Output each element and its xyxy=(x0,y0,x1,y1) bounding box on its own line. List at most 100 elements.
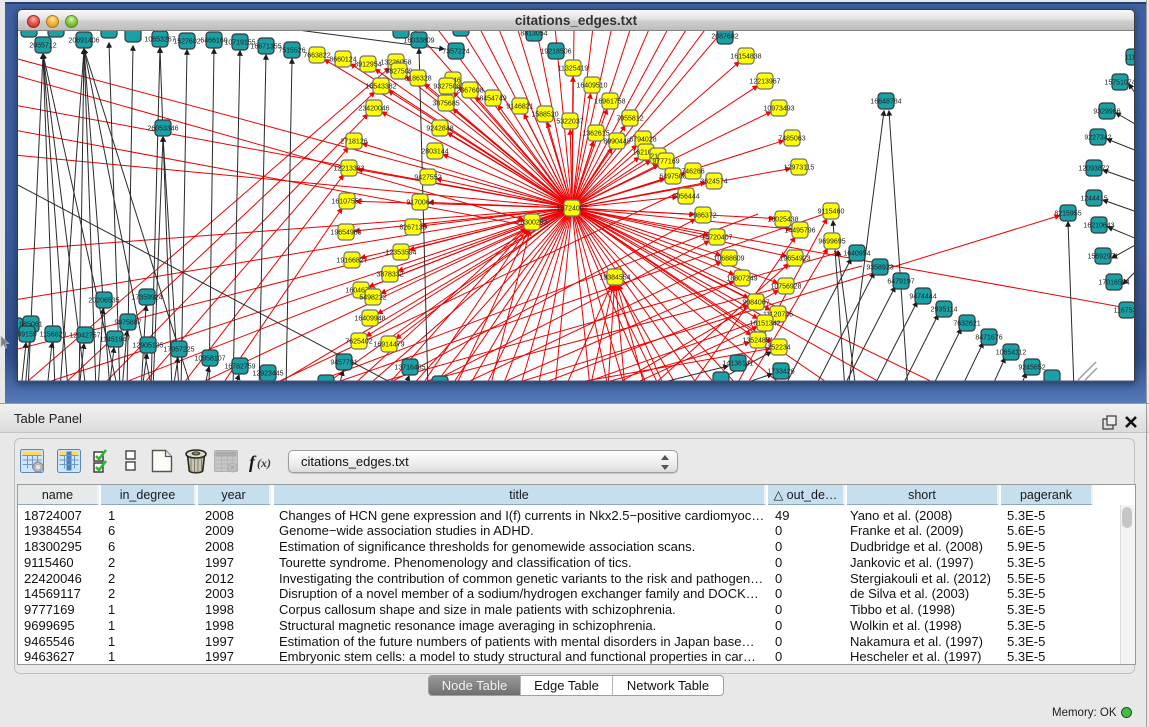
svg-text:10653267: 10653267 xyxy=(144,37,175,44)
svg-text:16210643: 16210643 xyxy=(1083,223,1114,230)
svg-text:16782759: 16782759 xyxy=(224,364,255,371)
svg-text:1588520: 1588520 xyxy=(531,112,558,119)
svg-text:7485063: 7485063 xyxy=(778,136,805,143)
svg-text:6479197: 6479197 xyxy=(887,279,914,286)
svg-text:1156829: 1156829 xyxy=(40,332,67,339)
svg-text:3878332: 3878332 xyxy=(376,272,403,279)
svg-text:10958107: 10958107 xyxy=(194,356,225,363)
svg-text:9427552: 9427552 xyxy=(414,175,441,182)
svg-text:7663822: 7663822 xyxy=(303,53,330,60)
svg-text:16033809: 16033809 xyxy=(403,38,434,45)
svg-text:8215955: 8215955 xyxy=(1054,211,1081,218)
svg-text:f: f xyxy=(249,452,257,472)
svg-text:2367608: 2367608 xyxy=(456,88,483,95)
svg-text:11451947: 11451947 xyxy=(100,337,131,344)
svg-text:2935114: 2935114 xyxy=(931,307,958,314)
svg-text:1527602: 1527602 xyxy=(173,39,200,46)
svg-text:16671355: 16671355 xyxy=(250,44,281,51)
svg-text:6794028: 6794028 xyxy=(629,137,656,144)
svg-text:9827509: 9827509 xyxy=(385,69,412,76)
svg-text:9245652: 9245652 xyxy=(1018,365,1045,372)
svg-text:16409510: 16409510 xyxy=(576,83,607,90)
svg-text:10654112: 10654112 xyxy=(996,350,1027,357)
svg-text:12923445: 12923445 xyxy=(252,371,283,378)
svg-text:16914479: 16914479 xyxy=(373,342,404,349)
svg-text:1362615: 1362615 xyxy=(582,131,609,138)
svg-text:12942757: 12942757 xyxy=(69,333,100,340)
svg-text:1640954: 1640954 xyxy=(843,251,870,258)
svg-text:9358923: 9358923 xyxy=(866,265,893,272)
svg-text:1244415: 1244415 xyxy=(1080,196,1107,203)
svg-text:12973115: 12973115 xyxy=(784,165,815,172)
svg-text:2056444: 2056444 xyxy=(672,194,699,201)
svg-text:8471676: 8471676 xyxy=(975,335,1002,342)
svg-text:20691406: 20691406 xyxy=(68,38,99,45)
svg-text:9699695: 9699695 xyxy=(818,239,845,246)
svg-text:16107552: 16107552 xyxy=(331,199,362,206)
svg-text:15692971: 15692971 xyxy=(1087,254,1118,261)
svg-text:2803144: 2803144 xyxy=(421,149,448,156)
svg-text:17957225: 17957225 xyxy=(163,347,194,354)
svg-text:2055712: 2055712 xyxy=(29,43,56,50)
svg-text:12353594: 12353594 xyxy=(385,250,416,257)
svg-text:12213383: 12213383 xyxy=(333,166,364,173)
svg-text:9777169: 9777169 xyxy=(652,159,679,166)
svg-text:7515526: 7515526 xyxy=(278,48,305,55)
svg-text:16409948: 16409948 xyxy=(354,316,385,323)
svg-text:252234: 252234 xyxy=(767,345,790,352)
svg-text:8186328: 8186328 xyxy=(404,76,431,83)
svg-text:9115460: 9115460 xyxy=(818,209,845,216)
svg-text:23420046: 23420046 xyxy=(358,106,389,113)
svg-text:16961758: 16961758 xyxy=(594,99,625,106)
svg-text:18724007: 18724007 xyxy=(556,206,587,213)
svg-text:12905135: 12905135 xyxy=(132,343,163,350)
svg-text:746266: 746266 xyxy=(681,169,704,176)
svg-text:13716485: 13716485 xyxy=(394,365,425,372)
svg-text:19384554: 19384554 xyxy=(599,275,630,282)
svg-text:16154838: 16154838 xyxy=(730,54,761,61)
svg-text:7625402: 7625402 xyxy=(345,339,372,346)
svg-text:3624574: 3624574 xyxy=(700,179,727,186)
svg-text:12213967: 12213967 xyxy=(749,79,780,86)
svg-text:(x): (x) xyxy=(257,456,271,470)
svg-text:1167533: 1167533 xyxy=(1114,308,1134,315)
svg-text:9975887: 9975887 xyxy=(114,320,141,327)
svg-text:9457791: 9457791 xyxy=(330,360,357,367)
svg-text:10756928: 10756928 xyxy=(770,284,801,291)
svg-text:39159: 39159 xyxy=(18,332,37,339)
svg-text:8267130: 8267130 xyxy=(399,225,426,232)
svg-text:5498222: 5498222 xyxy=(359,295,386,302)
svg-text:9170064: 9170064 xyxy=(406,200,433,207)
svg-text:16151342: 16151342 xyxy=(749,321,780,328)
svg-text:2087682: 2087682 xyxy=(711,34,738,41)
svg-text:17016504: 17016504 xyxy=(1098,280,1129,287)
svg-text:17359924: 17359924 xyxy=(131,295,162,302)
svg-text:13524851: 13524851 xyxy=(742,338,773,345)
svg-text:7632621: 7632621 xyxy=(953,321,980,328)
svg-text:9242848: 9242848 xyxy=(426,126,453,133)
svg-text:11124: 11124 xyxy=(1125,55,1134,62)
svg-text:9084067: 9084067 xyxy=(742,300,769,307)
svg-text:10973493: 10973493 xyxy=(763,106,794,113)
svg-text:12093872: 12093872 xyxy=(1078,166,1109,173)
svg-text:8660124: 8660124 xyxy=(329,57,356,64)
svg-text:8912954: 8912954 xyxy=(354,62,381,69)
svg-text:15751074: 15751074 xyxy=(1104,80,1134,87)
svg-text:16648784: 16648784 xyxy=(870,99,901,106)
svg-text:7357224: 7357224 xyxy=(442,49,469,56)
svg-text:19654983: 19654983 xyxy=(330,230,361,237)
svg-text:10688609: 10688609 xyxy=(713,256,744,263)
svg-text:9329966: 9329966 xyxy=(1093,109,1120,116)
svg-text:18807249: 18807249 xyxy=(726,276,757,283)
svg-text:19654923: 19654923 xyxy=(779,256,810,263)
svg-text:11325419: 11325419 xyxy=(558,66,589,73)
svg-text:8454749: 8454749 xyxy=(479,96,506,103)
svg-text:5322037: 5322037 xyxy=(556,119,583,126)
svg-text:14136141: 14136141 xyxy=(722,361,753,368)
svg-text:9146821: 9146821 xyxy=(506,104,533,111)
svg-text:7955812: 7955812 xyxy=(616,116,643,123)
svg-text:28300293: 28300293 xyxy=(516,220,547,227)
svg-text:8813054: 8813054 xyxy=(520,31,547,38)
svg-text:9227342: 9227342 xyxy=(1084,135,1111,142)
svg-text:8990448: 8990448 xyxy=(603,139,630,146)
